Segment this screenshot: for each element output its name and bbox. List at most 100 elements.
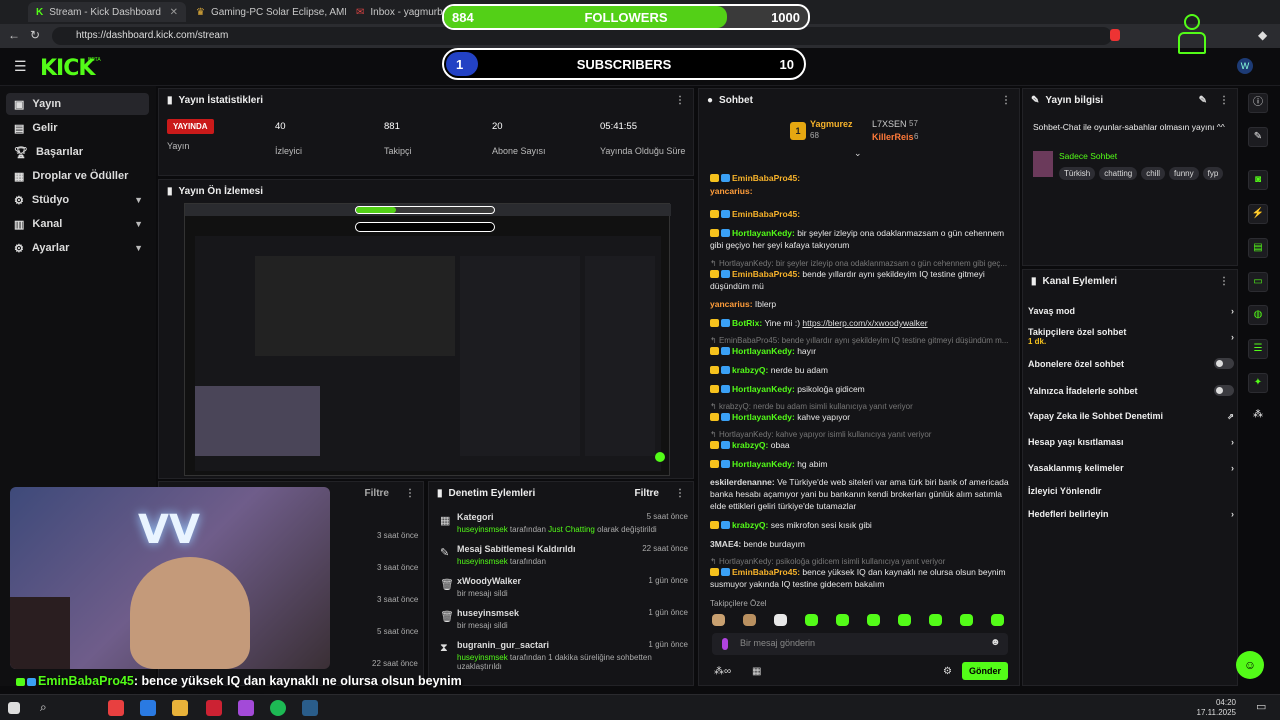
emote-icon[interactable] (867, 614, 880, 626)
chat-message[interactable]: krabzyQ: obaa (710, 439, 1010, 451)
more-icon[interactable]: ⋮ (1219, 95, 1229, 106)
menu-icon[interactable]: ☰ (14, 58, 27, 75)
channel-action-row[interactable]: Yalnızca İfadelerle sohbet (1028, 385, 1234, 396)
chat-username[interactable]: eskilerdenanne: (710, 477, 775, 487)
chat-message[interactable]: yancarius: (710, 185, 1010, 197)
support-chat-button[interactable]: ☺ (1236, 651, 1264, 679)
back-icon[interactable]: ← (8, 28, 20, 42)
chat-message[interactable]: HortlayanKedy: kahve yapıyor (710, 411, 1010, 423)
channel-action-row[interactable]: Hesap yaşı kısıtlaması › (1028, 437, 1234, 447)
category-name[interactable]: Sadece Sohbet (1059, 151, 1117, 161)
chat-message[interactable]: krabzyQ: ses mikrofon sesi kısık gibi (710, 519, 1010, 531)
sidebar-item-studyo[interactable]: ⚙ Stüdyo ▼ (6, 189, 149, 211)
filter-button[interactable]: Filtre (365, 488, 389, 499)
emote-icon[interactable] (805, 614, 818, 626)
broadcast-signal-icon[interactable]: ◍ (1248, 305, 1268, 325)
sidebar-item-droplar[interactable]: ▦ Droplar ve Ödüller (6, 165, 149, 187)
chat-username[interactable]: BotRix: (732, 318, 762, 328)
emote-icon[interactable] (743, 614, 756, 626)
chat-input[interactable]: Bir mesaj gönderin ☻ (712, 633, 1008, 655)
pencil-icon[interactable]: ✎ (1248, 127, 1268, 147)
clipboard-icon[interactable]: ▤ (1248, 238, 1268, 258)
channel-action-row[interactable]: Yasaklanmış kelimeler › (1028, 463, 1234, 473)
sidebar-item-ayarlar[interactable]: ⚙ Ayarlar ▼ (6, 237, 149, 259)
chat-username[interactable]: krabzyQ: (732, 440, 768, 450)
emote-icon[interactable] (774, 614, 787, 626)
extension-icon[interactable] (1110, 29, 1120, 41)
kick-logo[interactable]: KICK (40, 56, 95, 81)
more-icon[interactable]: ⋮ (675, 95, 685, 106)
sidebar-item-yayin[interactable]: ▣ Yayın (6, 93, 149, 115)
chat-message[interactable]: EminBabaPro45: (710, 172, 1010, 184)
chat-message[interactable]: krabzyQ: nerde bu adam (710, 364, 1010, 376)
chat-username[interactable]: krabzyQ: (732, 365, 768, 375)
mod-action-user[interactable]: huseyinsmsek (457, 653, 508, 662)
chat-username[interactable]: 3MAE4: (710, 539, 741, 549)
close-icon[interactable]: ✕ (170, 7, 178, 18)
chat-message[interactable]: EminBabaPro45: bende yıllardır aynı şeki… (710, 268, 1010, 292)
channel-action-row[interactable]: Hedefleri belirleyin › (1028, 509, 1234, 519)
more-icon[interactable]: ⋮ (675, 488, 685, 499)
chat-username[interactable]: EminBabaPro45: (732, 173, 800, 183)
chat-message[interactable]: EminBabaPro45: bence yüksek IQ dan kayna… (710, 566, 1010, 590)
bolt-icon[interactable]: ⚡ (1248, 204, 1268, 224)
chat-username[interactable]: HortlayanKedy: (732, 346, 795, 356)
emote-icon[interactable] (712, 614, 725, 626)
chat-message[interactable]: 3MAE4: bende burdayım (710, 538, 1010, 550)
chat-message[interactable]: yancarius: Iblerp (710, 298, 1010, 310)
chat-username[interactable]: EminBabaPro45: (732, 269, 800, 279)
reload-icon[interactable]: ↻ (30, 28, 40, 42)
windows-start-icon[interactable] (8, 702, 20, 714)
steam-icon[interactable] (302, 700, 318, 716)
filter-button[interactable]: Filtre (635, 488, 659, 499)
sliders-icon[interactable]: ☰ (1248, 339, 1268, 359)
chat-bubble-icon[interactable]: ▭ (1248, 272, 1268, 292)
tag[interactable]: Türkish (1059, 167, 1096, 180)
emote-icon[interactable] (929, 614, 942, 626)
channel-action-row[interactable]: Abonelere özel sohbet (1028, 358, 1234, 369)
chat-username[interactable]: HortlayanKedy: (732, 228, 795, 238)
mod-action-user[interactable]: huseyinsmsek (457, 557, 508, 566)
mod-action-user[interactable]: huseyinsmsek (457, 525, 508, 534)
avatar[interactable]: W (1237, 58, 1253, 74)
chat-link[interactable]: https://blerp.com/x/xwoodywalker (802, 318, 927, 328)
channel-action-row[interactable]: Yavaş mod › (1028, 306, 1234, 316)
spotify-icon[interactable] (270, 700, 286, 716)
copilot-icon[interactable]: ◆ (1258, 28, 1267, 42)
chat-message[interactable]: HortlayanKedy: hayır (710, 345, 1010, 357)
channel-action-row[interactable]: Yapay Zeka ile Sohbet Denetimi ⇗ (1028, 411, 1234, 421)
chat-username[interactable]: krabzyQ: (732, 520, 768, 530)
emote-icon[interactable] (836, 614, 849, 626)
toggle-switch[interactable] (1214, 358, 1234, 369)
toggle-switch[interactable] (1214, 385, 1234, 396)
tag[interactable]: chill (1141, 167, 1166, 180)
chat-username[interactable]: yancarius: (710, 299, 753, 309)
wrench-icon[interactable]: ✦ (1248, 373, 1268, 393)
chat-username[interactable]: HortlayanKedy: (732, 384, 795, 394)
emoji-icon[interactable]: ☻ (990, 637, 1001, 648)
edge-icon[interactable] (140, 700, 156, 716)
app-icon[interactable] (206, 700, 222, 716)
folder-icon[interactable] (172, 700, 188, 716)
tag[interactable]: funny (1169, 167, 1199, 180)
chat-message[interactable]: EminBabaPro45: (710, 208, 1010, 220)
chat-username[interactable]: EminBabaPro45: (732, 209, 800, 219)
app-icon[interactable] (238, 700, 254, 716)
chat-message[interactable]: eskilerdenanne: Ve Türkiye'de web sitele… (710, 476, 1010, 512)
chat-message[interactable]: BotRix: Yine mi :) https://blerp.com/x/x… (710, 317, 1010, 329)
top-gifter-name[interactable]: L7XSEN (872, 119, 907, 129)
emote-icon[interactable] (991, 614, 1004, 626)
top-gifter-name[interactable]: Yagmurez (810, 119, 853, 129)
info-icon[interactable]: ⓘ (1248, 93, 1268, 113)
stream-preview-video[interactable] (184, 203, 671, 476)
emote-icon[interactable] (960, 614, 973, 626)
chat-settings-icon[interactable]: ⚙ (943, 666, 952, 677)
chevron-down-icon[interactable]: ⌄ (854, 148, 862, 159)
more-icon[interactable]: ⋮ (405, 488, 415, 499)
camera-icon[interactable]: ◙ (1248, 170, 1268, 190)
edit-icon[interactable]: ✎ (1199, 95, 1207, 106)
search-icon[interactable]: ⌕ (40, 700, 56, 716)
chat-username[interactable]: yancarius: (710, 186, 753, 196)
chat-username[interactable]: HortlayanKedy: (732, 459, 795, 469)
channel-action-row[interactable]: Takipçilere özel sohbet 1 dk. › (1028, 327, 1234, 346)
